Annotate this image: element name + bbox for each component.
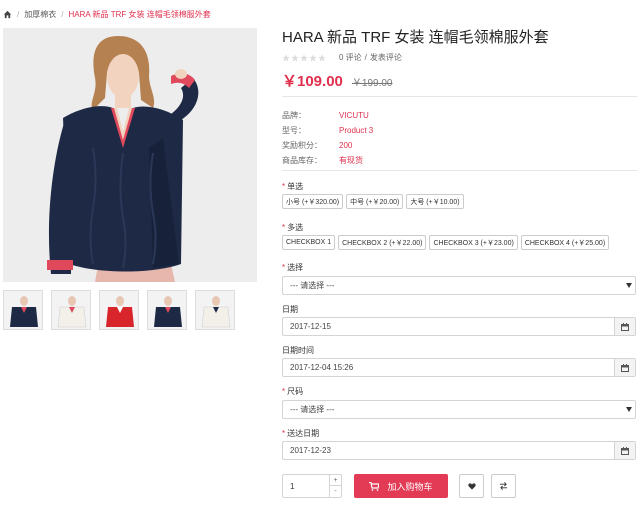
quantity-spinner: + - bbox=[329, 475, 341, 497]
info-value: 200 bbox=[339, 141, 353, 150]
decrement-button[interactable]: - bbox=[330, 486, 341, 497]
caret-down-icon bbox=[626, 407, 632, 412]
info-label: 商品库存： bbox=[282, 156, 322, 165]
radio-option-label: * 单选 bbox=[282, 182, 304, 191]
select-dropdown[interactable]: --- 请选择 --- bbox=[282, 276, 636, 295]
calendar-icon bbox=[621, 363, 629, 372]
select-option-label: * 选择 bbox=[282, 263, 304, 272]
add-to-cart-label: 加入购物车 bbox=[387, 481, 433, 492]
star-empty-icon bbox=[300, 53, 308, 61]
caret-down-icon bbox=[626, 283, 632, 288]
info-value: Product 3 bbox=[339, 126, 374, 135]
checkbox-options: CHECKBOX 1 CHECKBOX 2 (+￥22.00) CHECKBOX… bbox=[282, 235, 612, 250]
datetime-label: 日期时间 bbox=[282, 346, 314, 355]
radio-option-medium[interactable]: 中号 (+￥20.00) bbox=[346, 194, 404, 209]
product-photo bbox=[3, 28, 257, 282]
breadcrumb-category[interactable]: 加厚棉衣 bbox=[24, 9, 56, 20]
product-title: HARA 新品 TRF 女装 连帽毛领棉服外套 bbox=[282, 29, 549, 46]
divider bbox=[282, 96, 637, 97]
star-empty-icon bbox=[309, 53, 317, 61]
cart-icon bbox=[369, 481, 380, 491]
increment-button[interactable]: + bbox=[330, 475, 341, 486]
brand-link[interactable]: VICUTU bbox=[339, 111, 369, 120]
main-product-image[interactable] bbox=[3, 28, 257, 282]
price-row: ￥109.00 ￥199.00 bbox=[282, 70, 392, 91]
thumbnail-2[interactable] bbox=[51, 290, 91, 330]
rating-separator: / bbox=[364, 53, 367, 62]
checkbox-option-label: * 多选 bbox=[282, 223, 304, 232]
delivery-date-value: 2017-12-23 bbox=[290, 446, 331, 455]
breadcrumb-separator: / bbox=[17, 9, 20, 19]
size-value: --- 请选择 --- bbox=[290, 405, 335, 414]
old-price: ￥199.00 bbox=[351, 78, 393, 89]
info-label: 奖励积分： bbox=[282, 141, 322, 150]
breadcrumb: / 加厚棉衣 / HARA 新品 TRF 女装 连帽毛领棉服外套 bbox=[3, 8, 211, 20]
write-review-link[interactable]: 发表评论 bbox=[370, 52, 402, 63]
info-row-brand: 品牌： VICUTU bbox=[282, 108, 373, 123]
date-value: 2017-12-15 bbox=[290, 322, 331, 331]
info-value: 有现货 bbox=[339, 156, 363, 165]
checkbox-option-4[interactable]: CHECKBOX 4 (+￥25.00) bbox=[520, 235, 610, 250]
date-picker-button[interactable] bbox=[614, 318, 635, 335]
radio-options: 小号 (+￥320.00) 中号 (+￥20.00) 大号 (+￥10.00) bbox=[282, 194, 467, 209]
info-label: 品牌： bbox=[282, 111, 306, 120]
rating-row: 0 评论 / 发表评论 bbox=[282, 52, 402, 63]
breadcrumb-current[interactable]: HARA 新品 TRF 女装 连帽毛领棉服外套 bbox=[68, 9, 210, 20]
thumbnail-strip bbox=[3, 290, 243, 330]
size-label: * 尺码 bbox=[282, 387, 304, 396]
quantity-value[interactable]: 1 bbox=[290, 482, 294, 491]
reviews-count-link[interactable]: 0 评论 bbox=[339, 52, 362, 63]
divider bbox=[282, 170, 637, 171]
thumbnail-1[interactable] bbox=[3, 290, 43, 330]
calendar-icon bbox=[621, 446, 629, 455]
datetime-input[interactable]: 2017-12-04 15:26 bbox=[282, 358, 636, 377]
info-label: 型号： bbox=[282, 126, 306, 135]
compare-button[interactable] bbox=[491, 474, 516, 498]
quantity-stepper[interactable]: 1 + - bbox=[282, 474, 342, 498]
datetime-value: 2017-12-04 15:26 bbox=[290, 363, 354, 372]
delivery-date-input[interactable]: 2017-12-23 bbox=[282, 441, 636, 460]
info-row-model: 型号： Product 3 bbox=[282, 123, 373, 138]
add-to-cart-button[interactable]: 加入购物车 bbox=[354, 474, 448, 498]
home-icon[interactable] bbox=[3, 10, 12, 19]
current-price: ￥109.00 bbox=[282, 73, 343, 90]
checkbox-option-3[interactable]: CHECKBOX 3 (+￥23.00) bbox=[429, 235, 518, 250]
checkbox-option-2[interactable]: CHECKBOX 2 (+￥22.00) bbox=[338, 235, 427, 250]
checkbox-option-1[interactable]: CHECKBOX 1 bbox=[282, 235, 336, 250]
radio-option-small[interactable]: 小号 (+￥320.00) bbox=[282, 194, 344, 209]
info-row-stock: 商品库存： 有现货 bbox=[282, 153, 373, 168]
date-input[interactable]: 2017-12-15 bbox=[282, 317, 636, 336]
wishlist-button[interactable] bbox=[459, 474, 484, 498]
thumbnail-4[interactable] bbox=[147, 290, 187, 330]
thumbnail-3[interactable] bbox=[99, 290, 139, 330]
date-label: 日期 bbox=[282, 305, 298, 314]
product-info: 品牌： VICUTU 型号： Product 3 奖励积分： 200 商品库存：… bbox=[282, 108, 373, 168]
size-dropdown[interactable]: --- 请选择 --- bbox=[282, 400, 636, 419]
datetime-picker-button[interactable] bbox=[614, 359, 635, 376]
breadcrumb-separator: / bbox=[61, 9, 64, 19]
star-empty-icon bbox=[318, 53, 326, 61]
thumbnail-5[interactable] bbox=[195, 290, 235, 330]
select-value: --- 请选择 --- bbox=[290, 281, 335, 290]
rating-stars bbox=[282, 53, 327, 62]
star-empty-icon bbox=[282, 53, 290, 61]
delivery-date-picker-button[interactable] bbox=[614, 442, 635, 459]
delivery-date-label: * 送达日期 bbox=[282, 429, 320, 438]
calendar-icon bbox=[621, 322, 629, 331]
radio-option-large[interactable]: 大号 (+￥10.00) bbox=[406, 194, 464, 209]
info-row-points: 奖励积分： 200 bbox=[282, 138, 373, 153]
exchange-icon bbox=[499, 482, 508, 490]
heart-icon bbox=[467, 482, 476, 490]
star-empty-icon bbox=[291, 53, 299, 61]
